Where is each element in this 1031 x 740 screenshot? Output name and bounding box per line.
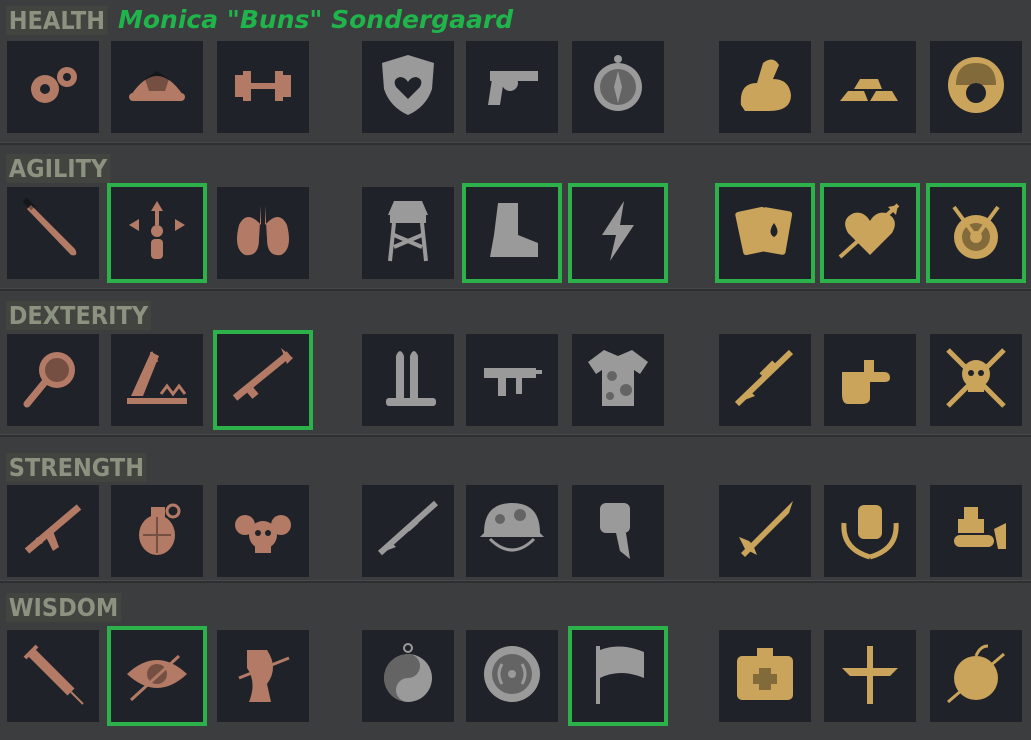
syringe-icon: [17, 638, 89, 715]
perk-slot-magnifier[interactable]: [7, 334, 99, 426]
category-label-agility: AGILITY: [6, 154, 111, 183]
perk-slot-arrow-knee[interactable]: [217, 630, 309, 722]
heart-shield-icon: [372, 49, 444, 126]
perk-slot-grenade[interactable]: [111, 485, 203, 577]
perk-slot-heart-arrow[interactable]: [820, 183, 920, 283]
flexed-arm-icon: [729, 49, 801, 126]
compass-icon: [582, 49, 654, 126]
perk-slot-sniper-rifle[interactable]: [719, 334, 811, 426]
perk-slot-bear-trap[interactable]: [111, 334, 203, 426]
signal-icon: [476, 638, 548, 715]
bulldozer-icon: [940, 493, 1012, 570]
perk-slot-laurel-fist[interactable]: [824, 485, 916, 577]
perk-slot-revolver[interactable]: [466, 41, 558, 133]
perk-slot-skull-pile[interactable]: [217, 485, 309, 577]
perk-slot-flag[interactable]: [568, 626, 668, 726]
bullets-icon: [372, 342, 444, 419]
category-label-strength: STRENGTH: [6, 453, 147, 482]
perk-slot-heart-shield[interactable]: [362, 41, 454, 133]
perk-slot-machete[interactable]: [7, 187, 99, 279]
perk-slot-dumbbell[interactable]: [217, 41, 309, 133]
machete-icon: [17, 195, 89, 272]
revolver-icon: [476, 49, 548, 126]
perk-slot-eye-arrow[interactable]: [107, 626, 207, 726]
perk-slot-smg[interactable]: [466, 334, 558, 426]
perk-slot-target-arrows[interactable]: [926, 183, 1026, 283]
turtle-shell-icon: [121, 49, 193, 126]
grenade-icon: [121, 493, 193, 570]
gold-bars-icon: [834, 49, 906, 126]
perk-slot-lungs[interactable]: [217, 187, 309, 279]
perk-slot-missile[interactable]: [719, 485, 811, 577]
perk-slot-turtle-shell[interactable]: [111, 41, 203, 133]
skull-crossed-rifles-icon: [940, 342, 1012, 419]
finger-gun-icon: [834, 342, 906, 419]
category-label-health: HEALTH: [6, 6, 108, 35]
watchtower-icon: [372, 195, 444, 272]
perk-slot-person-arrows[interactable]: [107, 183, 207, 283]
perk-slot-skull-crossed-rifles[interactable]: [930, 334, 1022, 426]
camo-helmet-icon: [476, 493, 548, 570]
fist-knife-icon: [582, 493, 654, 570]
target-arrows-icon: [940, 195, 1012, 272]
lungs-icon: [227, 195, 299, 272]
perk-slot-syringe[interactable]: [7, 630, 99, 722]
perk-slot-playing-cards[interactable]: [715, 183, 815, 283]
sniper-rifle-icon: [729, 342, 801, 419]
skull-pile-icon: [227, 493, 299, 570]
perk-slot-gold-bars[interactable]: [824, 41, 916, 133]
bear-trap-icon: [121, 342, 193, 419]
eye-arrow-icon: [121, 638, 193, 715]
perk-slot-boot[interactable]: [462, 183, 562, 283]
perk-slot-signal[interactable]: [466, 630, 558, 722]
perk-slot-soldier-helmet[interactable]: [930, 41, 1022, 133]
person-arrows-icon: [121, 195, 193, 272]
magnifier-icon: [17, 342, 89, 419]
perk-slot-gears[interactable]: [7, 41, 99, 133]
perk-slot-bullets[interactable]: [362, 334, 454, 426]
smg-icon: [476, 342, 548, 419]
dumbbell-icon: [227, 49, 299, 126]
perk-slot-lightning[interactable]: [568, 183, 668, 283]
perk-slot-rpg-launcher[interactable]: [213, 330, 313, 430]
perk-slot-bulldozer[interactable]: [930, 485, 1022, 577]
perk-slot-watchtower[interactable]: [362, 187, 454, 279]
apple-arrow-icon: [940, 638, 1012, 715]
perk-slot-winged-sword[interactable]: [824, 630, 916, 722]
perk-slot-assault-rifle[interactable]: [7, 485, 99, 577]
perk-slot-fist-knife[interactable]: [572, 485, 664, 577]
arrow-knee-icon: [227, 638, 299, 715]
camo-shirt-icon: [582, 342, 654, 419]
lightning-icon: [582, 195, 654, 272]
perk-slot-flexed-arm[interactable]: [719, 41, 811, 133]
rpg-launcher-icon: [227, 342, 299, 419]
missile-icon: [729, 493, 801, 570]
category-label-dexterity: DEXTERITY: [6, 301, 151, 330]
perk-slot-camo-helmet[interactable]: [466, 485, 558, 577]
soldier-helmet-icon: [940, 49, 1012, 126]
perk-slot-apple-arrow[interactable]: [930, 630, 1022, 722]
perk-slot-shotgun[interactable]: [362, 485, 454, 577]
perk-slot-medkit[interactable]: [719, 630, 811, 722]
gears-icon: [17, 49, 89, 126]
perk-slot-yin-yang[interactable]: [362, 630, 454, 722]
boot-icon: [476, 195, 548, 272]
perk-slot-camo-shirt[interactable]: [572, 334, 664, 426]
medkit-icon: [729, 638, 801, 715]
assault-rifle-icon: [17, 493, 89, 570]
character-name: Monica "Buns" Sondergaard: [118, 5, 514, 34]
heart-arrow-icon: [834, 195, 906, 272]
perk-slot-finger-gun[interactable]: [824, 334, 916, 426]
flag-icon: [582, 638, 654, 715]
laurel-fist-icon: [834, 493, 906, 570]
playing-cards-icon: [729, 195, 801, 272]
category-label-wisdom: WISDOM: [6, 593, 121, 622]
shotgun-icon: [372, 493, 444, 570]
perk-slot-compass[interactable]: [572, 41, 664, 133]
winged-sword-icon: [834, 638, 906, 715]
yin-yang-icon: [372, 638, 444, 715]
